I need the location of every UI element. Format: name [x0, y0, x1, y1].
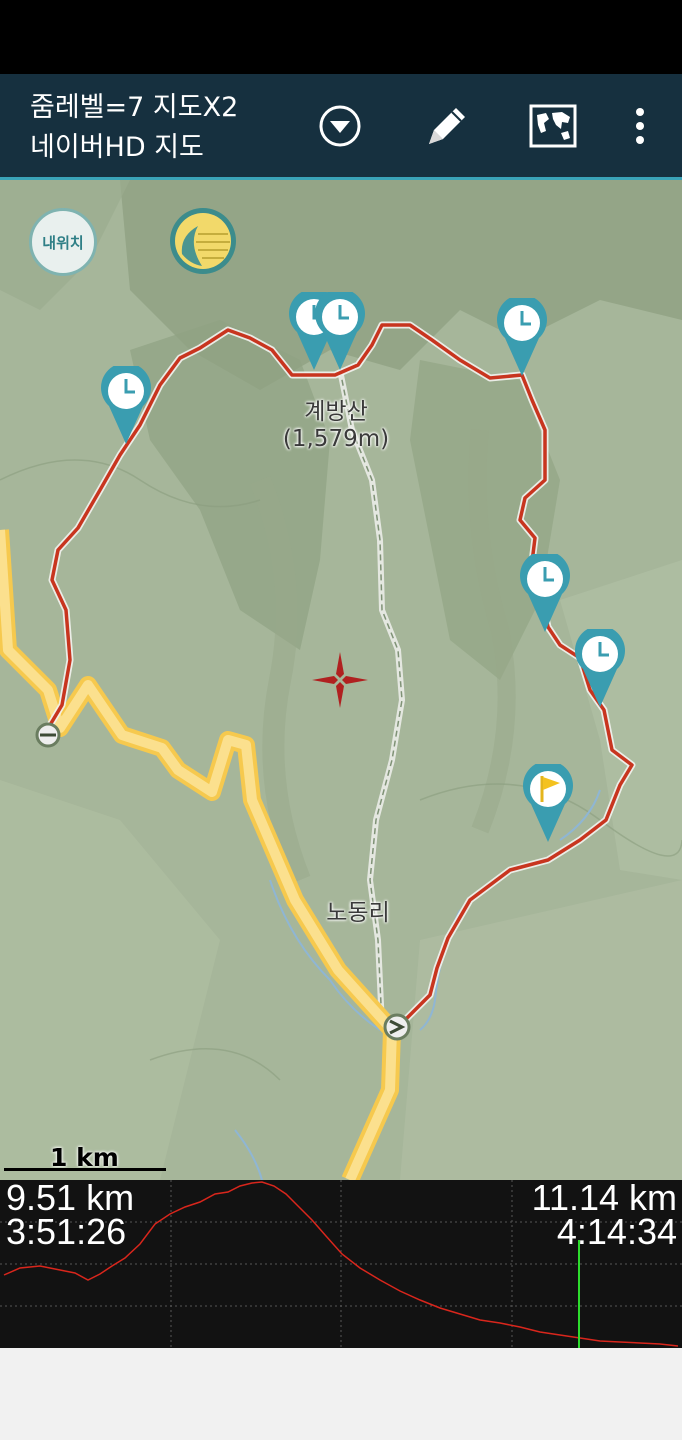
more-button[interactable] [610, 96, 670, 156]
clock-icon [101, 362, 151, 444]
peak-elevation: (1,579m) [282, 426, 390, 452]
profile-left-readout: 9.51 km 3:51:26 [6, 1180, 135, 1252]
track-end-icon [383, 1013, 411, 1041]
map-select-button[interactable] [523, 96, 583, 156]
waypoint-marker[interactable] [519, 550, 571, 634]
waypoint-marker[interactable] [100, 362, 152, 446]
right-distance: 11.14 km [531, 1180, 677, 1218]
crosshair-icon [312, 652, 368, 708]
elevation-profile[interactable]: 9.51 km 3:51:26 11.14 km 4:14:34 [0, 1180, 682, 1348]
waypoint-marker[interactable] [574, 625, 626, 709]
left-distance: 9.51 km [6, 1180, 135, 1218]
layer-toggle-button[interactable] [168, 206, 238, 276]
status-bar [0, 0, 682, 74]
scale-line [4, 1168, 166, 1171]
clock-icon [497, 294, 547, 376]
peak-label: 계방산 (1,579m) [276, 392, 396, 452]
flag-icon [523, 760, 573, 842]
map-source-title: 네이버HD 지도 [30, 132, 204, 163]
profile-right-readout: 11.14 km 4:14:34 [531, 1180, 677, 1252]
my-location-button[interactable]: 내위치 [29, 208, 97, 276]
bottom-blank-area [0, 1348, 682, 1440]
right-time: 4:14:34 [556, 1211, 677, 1252]
world-map-icon [529, 104, 577, 148]
peak-name: 계방산 [304, 399, 368, 425]
chevron-down-circle-icon [319, 105, 361, 147]
pencil-icon [429, 108, 465, 144]
left-time: 3:51:26 [6, 1211, 127, 1252]
flag-marker[interactable] [522, 760, 574, 844]
more-vert-icon [636, 108, 644, 144]
map-layer-icon [170, 208, 236, 274]
waypoint-marker[interactable] [314, 288, 366, 372]
edit-button[interactable] [416, 96, 476, 156]
waypoint-marker[interactable] [496, 294, 548, 378]
zoom-level-title: 줌레벨=7 지도X2 [30, 92, 239, 123]
track-start-icon [35, 722, 61, 748]
scale-bar: 1 km [4, 1139, 166, 1175]
clock-icon [315, 288, 365, 370]
clock-icon [575, 625, 625, 707]
dropdown-button[interactable] [310, 96, 370, 156]
my-location-label: 내위치 [42, 233, 84, 252]
app-toolbar: 줌레벨=7 지도X2 네이버HD 지도 [0, 74, 682, 180]
village-label: 노동리 [326, 900, 390, 926]
clock-icon [520, 550, 570, 632]
map-view[interactable]: 내위치 계방산 (1,579m) 노동리 1 km [0, 180, 682, 1180]
map-title: 줌레벨=7 지도X2 네이버HD 지도 [30, 88, 238, 168]
